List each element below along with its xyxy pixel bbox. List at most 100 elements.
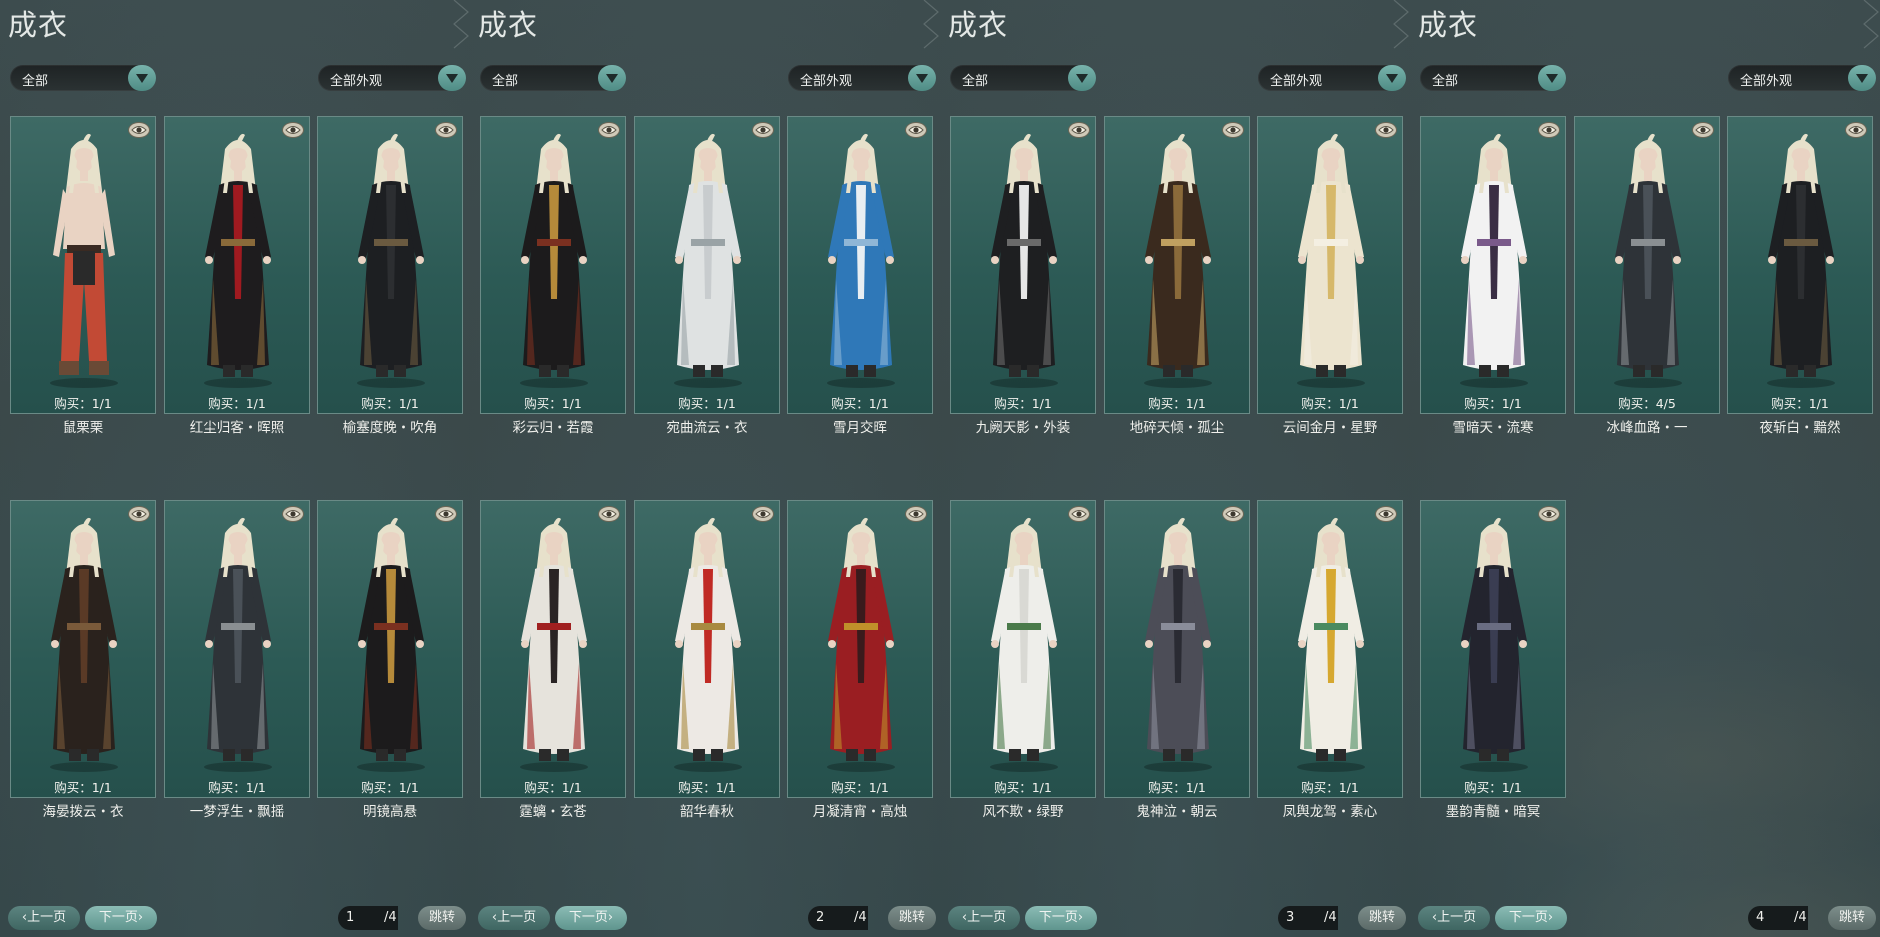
appearance-dropdown[interactable]: 全部外观 xyxy=(1728,65,1876,91)
prev-page-button[interactable]: ‹上一页 xyxy=(478,906,550,930)
eye-icon[interactable] xyxy=(906,123,926,137)
outfit-card[interactable]: 购买：1/1 xyxy=(10,500,156,798)
eye-icon[interactable] xyxy=(129,507,149,521)
eye-icon[interactable] xyxy=(599,507,619,521)
eye-icon[interactable] xyxy=(1223,507,1243,521)
next-page-button[interactable]: 下一页› xyxy=(555,906,627,930)
chevron-down-icon[interactable] xyxy=(1068,65,1096,91)
chevron-right-icon: › xyxy=(1077,910,1084,925)
character-model-image xyxy=(653,129,763,395)
eye-icon[interactable] xyxy=(436,123,456,137)
outfit-card[interactable]: 购买：1/1 xyxy=(1727,116,1873,414)
purchase-count: 购买：1/1 xyxy=(54,780,112,795)
eye-icon[interactable] xyxy=(1539,507,1559,521)
outfit-card[interactable]: 购买：1/1 xyxy=(950,500,1096,798)
outfit-card[interactable]: 购买：1/1 xyxy=(634,116,780,414)
page-input[interactable]: 1/4 xyxy=(338,906,398,930)
outfit-card[interactable]: 购买：1/1 xyxy=(950,116,1096,414)
page-input[interactable]: 2/4 xyxy=(808,906,868,930)
outfit-card[interactable]: 购买：1/1 xyxy=(1420,500,1566,798)
eye-icon[interactable] xyxy=(1376,123,1396,137)
outfit-name: 榆塞度晚・吹角 xyxy=(342,420,438,436)
chevron-down-icon[interactable] xyxy=(128,65,156,91)
outfit-name: 风不欺・绿野 xyxy=(982,804,1064,820)
purchase-count: 购买：1/1 xyxy=(831,396,889,411)
outfit-card[interactable]: 购买：1/1 xyxy=(10,116,156,414)
eye-icon[interactable] xyxy=(1693,123,1713,137)
appearance-dropdown-value: 全部外观 xyxy=(800,74,853,89)
eye-icon[interactable] xyxy=(906,507,926,521)
screen: { "panels": [ { "title": "成衣", "filter_c… xyxy=(0,0,1880,937)
outfit-card[interactable]: 购买：1/1 xyxy=(164,116,310,414)
prev-page-button[interactable]: ‹上一页 xyxy=(948,906,1020,930)
outfit-card[interactable]: 购买：1/1 xyxy=(1104,500,1250,798)
page-current[interactable]: 1 xyxy=(346,910,354,925)
purchase-count: 购买：1/1 xyxy=(678,780,736,795)
prev-page-label: 上一页 xyxy=(1437,910,1477,925)
jump-button[interactable]: 跳转 xyxy=(888,906,936,930)
outfit-card[interactable]: 购买：1/1 xyxy=(317,116,463,414)
panel-title: 成衣 xyxy=(948,8,1009,42)
eye-icon[interactable] xyxy=(1846,123,1866,137)
jump-button[interactable]: 跳转 xyxy=(418,906,466,930)
next-page-button[interactable]: 下一页› xyxy=(1495,906,1567,930)
outfit-card[interactable]: 购买：1/1 xyxy=(1257,116,1403,414)
outfit-card[interactable]: 购买：1/1 xyxy=(787,116,933,414)
character-model-image xyxy=(1123,129,1233,395)
category-dropdown[interactable]: 全部 xyxy=(480,65,626,91)
outfit-card[interactable]: 购买：1/1 xyxy=(1104,116,1250,414)
category-dropdown[interactable]: 全部 xyxy=(10,65,156,91)
appearance-dropdown-value: 全部外观 xyxy=(1740,74,1793,89)
outfit-card[interactable]: 购买：1/1 xyxy=(634,500,780,798)
purchase-count: 购买：1/1 xyxy=(1148,780,1206,795)
eye-icon[interactable] xyxy=(283,507,303,521)
outfit-card[interactable]: 购买：1/1 xyxy=(1420,116,1566,414)
jump-button[interactable]: 跳转 xyxy=(1358,906,1406,930)
prev-page-button[interactable]: ‹上一页 xyxy=(1418,906,1490,930)
appearance-dropdown[interactable]: 全部外观 xyxy=(318,65,466,91)
page-input[interactable]: 3/4 xyxy=(1278,906,1338,930)
eye-icon[interactable] xyxy=(1376,507,1396,521)
page-current[interactable]: 4 xyxy=(1756,910,1764,925)
eye-icon[interactable] xyxy=(129,123,149,137)
chevron-down-icon[interactable] xyxy=(1848,65,1876,91)
eye-icon[interactable] xyxy=(283,123,303,137)
next-page-button[interactable]: 下一页› xyxy=(1025,906,1097,930)
character-model-image xyxy=(1746,129,1856,395)
eye-icon[interactable] xyxy=(1539,123,1559,137)
appearance-dropdown[interactable]: 全部外观 xyxy=(788,65,936,91)
chevron-down-icon[interactable] xyxy=(598,65,626,91)
chevron-down-icon[interactable] xyxy=(1538,65,1566,91)
chevron-down-icon[interactable] xyxy=(1378,65,1406,91)
outfit-card[interactable]: 购买：4/5 xyxy=(1574,116,1720,414)
jump-button[interactable]: 跳转 xyxy=(1828,906,1876,930)
purchase-count: 购买：1/1 xyxy=(994,396,1052,411)
outfit-card[interactable]: 购买：1/1 xyxy=(787,500,933,798)
eye-icon[interactable] xyxy=(753,123,773,137)
eye-icon[interactable] xyxy=(1069,123,1089,137)
purchase-count: 购买：1/1 xyxy=(361,396,419,411)
eye-icon[interactable] xyxy=(436,507,456,521)
appearance-dropdown[interactable]: 全部外观 xyxy=(1258,65,1406,91)
eye-icon[interactable] xyxy=(1069,507,1089,521)
purchase-count: 购买：4/5 xyxy=(1618,396,1676,411)
outfit-card[interactable]: 购买：1/1 xyxy=(1257,500,1403,798)
outfit-card[interactable]: 购买：1/1 xyxy=(317,500,463,798)
prev-page-button[interactable]: ‹上一页 xyxy=(8,906,80,930)
page-input[interactable]: 4/4 xyxy=(1748,906,1808,930)
outfit-card[interactable]: 购买：1/1 xyxy=(480,116,626,414)
category-dropdown[interactable]: 全部 xyxy=(1420,65,1566,91)
next-page-button[interactable]: 下一页› xyxy=(85,906,157,930)
outfit-card[interactable]: 购买：1/1 xyxy=(164,500,310,798)
outfit-card[interactable]: 购买：1/1 xyxy=(480,500,626,798)
page-current[interactable]: 2 xyxy=(816,910,824,925)
chevron-right-icon: › xyxy=(1547,910,1554,925)
wardrobe-panel-2: 成衣 全部 全部外观 购买：1/1 彩云归・若霞 购买：1/1 宛曲流云・衣 购买：1/1 雪月… xyxy=(470,0,940,937)
category-dropdown[interactable]: 全部 xyxy=(950,65,1096,91)
chevron-down-icon[interactable] xyxy=(438,65,466,91)
page-current[interactable]: 3 xyxy=(1286,910,1294,925)
eye-icon[interactable] xyxy=(753,507,773,521)
eye-icon[interactable] xyxy=(1223,123,1243,137)
eye-icon[interactable] xyxy=(599,123,619,137)
chevron-down-icon[interactable] xyxy=(908,65,936,91)
